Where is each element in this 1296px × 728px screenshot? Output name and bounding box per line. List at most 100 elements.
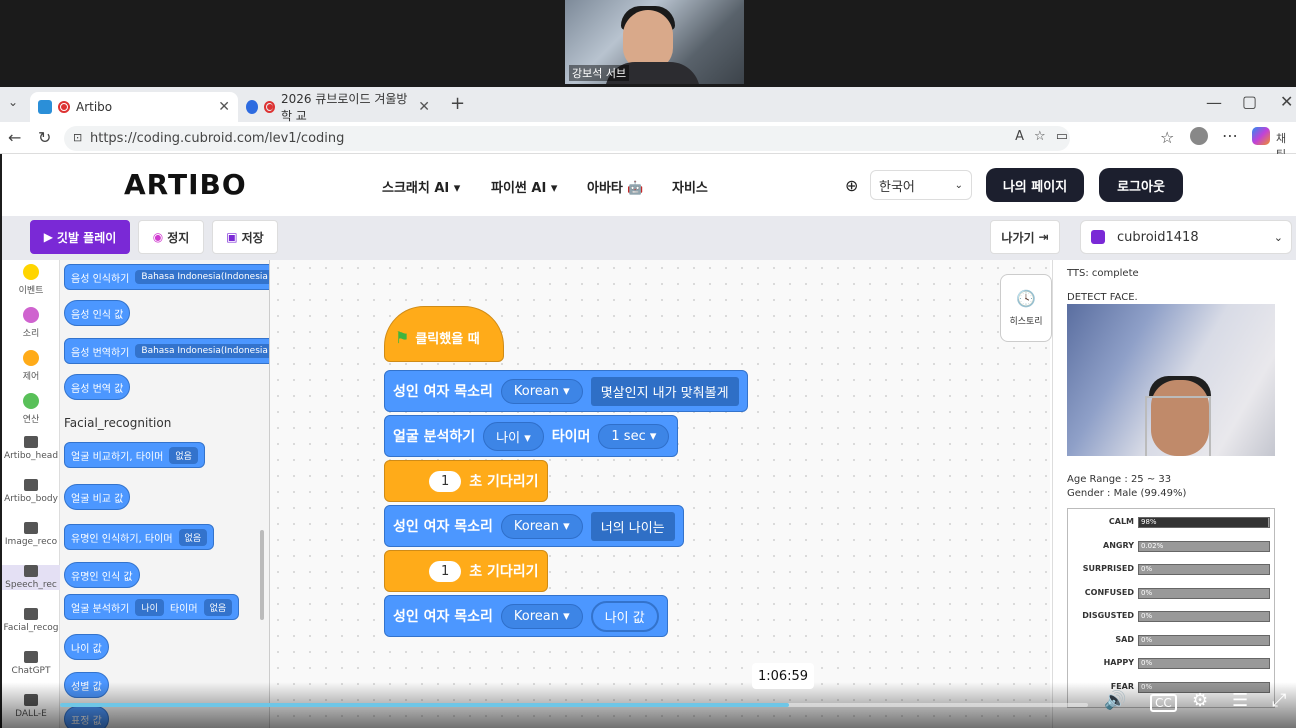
speak-block-3[interactable]: 성인 여자 목소리 Korean ▾ 나이 값 [384, 595, 668, 637]
voice-language-dropdown[interactable]: Korean ▾ [500, 378, 583, 404]
speak-block-2[interactable]: 성인 여자 목소리 Korean ▾ 너의 나이는 [384, 505, 684, 547]
category-image-reco[interactable]: Image_reco [2, 522, 60, 547]
tab-artibo[interactable]: Artibo ✕ [30, 92, 238, 122]
palette-block[interactable]: 나이 값 [64, 634, 109, 660]
close-icon[interactable]: ✕ [418, 99, 430, 115]
tab-menu-icon[interactable]: ⌄ [8, 95, 18, 109]
when-clicked-hat-block[interactable]: ⚑ 클릭했을 때 [384, 306, 504, 362]
wait-block-1[interactable]: 1 초 기다리기 [384, 460, 548, 502]
palette-block[interactable]: 음성 번역하기 Bahasa Indonesia(Indonesia [64, 338, 269, 364]
recording-icon [58, 101, 70, 113]
video-progress-bar[interactable] [60, 703, 1088, 707]
app-toolbar: ▶ 깃발 플레이 ◉ 정지 ▣ 저장 나가기 ⇥ cubroid1418 ⌄ [2, 216, 1296, 260]
palette-dropdown[interactable]: Bahasa Indonesia(Indonesia [135, 270, 269, 284]
category-artibo-body[interactable]: Artibo_body [2, 479, 60, 504]
language-select[interactable]: 한국어 ⌄ [870, 170, 972, 200]
palette-dropdown[interactable]: 없음 [169, 446, 198, 464]
settings-icon[interactable]: ⚙ [1192, 690, 1208, 711]
recording-icon [264, 101, 275, 113]
speak-block-1[interactable]: 성인 여자 목소리 Korean ▾ 몇살인지 내가 맞춰볼게 [384, 370, 748, 412]
wait-seconds-input[interactable]: 1 [429, 470, 462, 492]
more-icon[interactable]: ⋯ [1222, 126, 1238, 145]
new-tab-icon[interactable]: + [450, 93, 465, 114]
favorites-icon[interactable]: ☆ [1160, 128, 1174, 147]
tab-zoom[interactable]: 2026 큐브로이드 겨울방학 교 ✕ [238, 92, 438, 123]
face-analyze-block[interactable]: 얼굴 분석하기 나이 ▾ 타이머 1 sec ▾ [384, 415, 679, 457]
timer-dropdown[interactable]: 1 sec ▾ [598, 423, 670, 449]
code-workspace[interactable]: ⚑ 클릭했을 때 성인 여자 목소리 Korean ▾ 몇살인지 내가 맞춰볼게… [270, 260, 1052, 728]
category-control[interactable]: 제어 [2, 350, 60, 382]
palette-scrollbar[interactable] [260, 530, 264, 620]
emotion-row: SURPRISED 0% [1068, 562, 1276, 576]
nav-jarvis[interactable]: 자비스 [672, 177, 708, 196]
palette-dropdown[interactable]: 나이 [135, 598, 164, 616]
category-chatgpt[interactable]: ChatGPT [2, 651, 60, 676]
exit-icon: ⇥ [1038, 230, 1049, 244]
minimize-icon[interactable]: — [1206, 93, 1222, 112]
save-button[interactable]: ▣ 저장 [212, 220, 278, 254]
emotion-label: HAPPY [1103, 658, 1134, 667]
tab-label: Artibo [76, 100, 113, 114]
nav-avatar[interactable]: 아바타 🤖 [587, 177, 644, 196]
palette-block[interactable]: 유명인 인식하기, 타이머 없음 [64, 524, 215, 550]
mypage-button[interactable]: 나의 페이지 [986, 168, 1084, 202]
captions-icon[interactable]: CC [1150, 694, 1177, 712]
category-event[interactable]: 이벤트 [2, 264, 60, 296]
palette-block[interactable]: 음성 인식하기 Bahasa Indonesia(Indonesia [64, 264, 269, 290]
category-sound[interactable]: 소리 [2, 307, 60, 339]
palette-block[interactable]: 음성 인식 값 [64, 300, 131, 326]
block-palette: Facial_recognition 음성 인식하기 Bahasa Indones… [60, 260, 270, 728]
category-operator[interactable]: 연산 [2, 393, 60, 425]
artibo-app: ARTIBO 스크래치 AI ▾ 파이썬 AI ▾ 아바타 🤖 자비스 ⊕ 한국… [2, 154, 1296, 728]
palette-block[interactable]: 유명인 인식 값 [64, 562, 140, 588]
flag-play-button[interactable]: ▶ 깃발 플레이 [30, 220, 130, 254]
wait-seconds-input[interactable]: 1 [429, 560, 462, 582]
maximize-icon[interactable]: ▢ [1242, 92, 1257, 111]
back-icon[interactable]: ← [8, 128, 21, 147]
analysis-type-dropdown[interactable]: 나이 ▾ [483, 421, 544, 451]
volume-icon[interactable]: 🔊 [1104, 690, 1126, 711]
category-artibo-head[interactable]: Artibo_head [2, 436, 60, 461]
window-close-icon[interactable]: ✕ [1280, 92, 1293, 111]
voice-language-dropdown[interactable]: Korean ▾ [500, 603, 583, 629]
save-icon: ▣ [226, 230, 238, 244]
copilot-icon[interactable] [1252, 127, 1270, 145]
stop-button[interactable]: ◉ 정지 [138, 220, 204, 254]
browser-address-bar: ← ↻ ⊡ https://coding.cubroid.com/lev1/co… [0, 122, 1296, 161]
emotion-label: CALM [1108, 517, 1134, 526]
clock-icon: 🕓 [1016, 289, 1036, 308]
category-speech-rec[interactable]: Speech_rec [2, 565, 60, 590]
category-facial-recog[interactable]: Facial_recog [2, 608, 60, 633]
palette-block[interactable]: 얼굴 비교하기, 타이머 없음 [64, 442, 205, 468]
history-button[interactable]: 🕓 히스토리 [1000, 274, 1052, 342]
speak-message-input[interactable]: 몇살인지 내가 맞춰볼게 [590, 376, 739, 406]
palette-dropdown[interactable]: 없음 [203, 598, 233, 616]
age-value-reporter[interactable]: 나이 값 [590, 600, 659, 632]
fullscreen-icon[interactable]: ⤢ [1272, 690, 1286, 711]
emotion-row: HAPPY 0% [1068, 656, 1276, 670]
chevron-down-icon: ⌄ [1273, 230, 1283, 244]
reload-icon[interactable]: ↻ [38, 128, 51, 147]
profile-avatar[interactable] [1190, 127, 1208, 145]
close-icon[interactable]: ✕ [218, 99, 230, 115]
palette-dropdown[interactable]: 없음 [178, 528, 208, 546]
speak-message-input[interactable]: 너의 나이는 [590, 511, 675, 541]
nav-python-ai[interactable]: 파이썬 AI ▾ [491, 177, 557, 196]
category-image-icon [24, 651, 38, 663]
artibo-logo[interactable]: ARTIBO [124, 168, 247, 201]
user-select[interactable]: cubroid1418 ⌄ [1080, 220, 1292, 254]
palette-dropdown[interactable]: Bahasa Indonesia(Indonesia [135, 344, 269, 358]
emotion-label: CONFUSED [1084, 587, 1134, 597]
chapters-icon[interactable]: ☰ [1232, 690, 1248, 711]
logout-button[interactable]: 로그아웃 [1099, 168, 1183, 202]
exit-button[interactable]: 나가기 ⇥ [990, 220, 1060, 254]
nav-scratch-ai[interactable]: 스크래치 AI ▾ [382, 177, 460, 196]
site-info-icon[interactable]: ⊡ [73, 131, 82, 144]
palette-block[interactable]: 얼굴 분석하기 나이 타이머 없음 [64, 594, 240, 620]
address-actions-icon[interactable]: A☆▭ [1015, 129, 1078, 144]
voice-language-dropdown[interactable]: Korean ▾ [500, 513, 583, 539]
wait-block-2[interactable]: 1 초 기다리기 [384, 550, 548, 592]
palette-block[interactable]: 음성 번역 값 [64, 374, 131, 400]
palette-block[interactable]: 얼굴 비교 값 [64, 484, 131, 510]
url-field[interactable]: ⊡ https://coding.cubroid.com/lev1/coding… [64, 126, 1070, 151]
